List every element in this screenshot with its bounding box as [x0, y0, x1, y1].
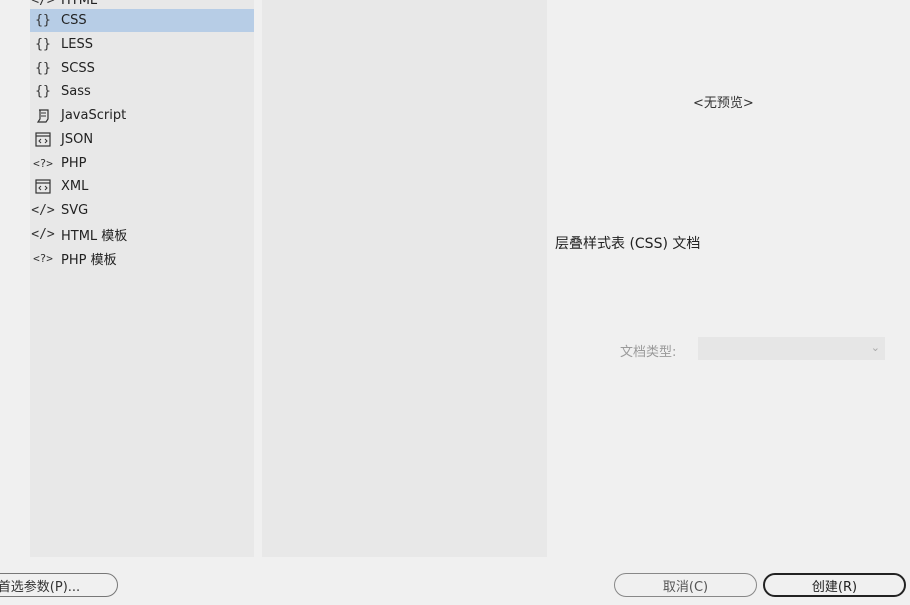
preview-placeholder: <无预览> — [693, 96, 754, 111]
list-item-javascript[interactable]: JavaScript — [30, 104, 254, 127]
new-document-dialog: </> HTML {} CSS {} LESS {} SCSS {} Sass … — [0, 0, 910, 605]
doctype-select: ⌄ — [698, 337, 885, 360]
list-item-css[interactable]: {} CSS — [30, 9, 254, 32]
preferences-button[interactable]: 首选参数(P)... — [0, 573, 118, 597]
document-type-list[interactable]: </> HTML {} CSS {} LESS {} SCSS {} Sass … — [30, 0, 254, 557]
list-item-label: JSON — [61, 132, 94, 147]
framework-list[interactable] — [262, 0, 547, 557]
list-item-label: PHP 模板 — [61, 253, 117, 268]
braces-icon: {} — [35, 84, 51, 99]
list-item-label: HTML — [61, 0, 98, 8]
chevron-down-icon: ⌄ — [870, 341, 880, 354]
list-item-php[interactable]: <?> PHP — [30, 152, 254, 175]
braces-icon: {} — [35, 37, 51, 52]
script-icon — [30, 108, 56, 124]
list-item-html-template[interactable]: </> HTML 模板 — [30, 223, 254, 246]
braces-icon: {} — [35, 13, 51, 28]
list-item-svg[interactable]: </> SVG — [30, 199, 254, 222]
list-item-label: PHP — [61, 156, 87, 171]
document-description: 层叠样式表 (CSS) 文档 — [555, 236, 701, 252]
list-item-php-template[interactable]: <?> PHP 模板 — [30, 247, 254, 270]
list-item-less[interactable]: {} LESS — [30, 33, 254, 56]
php-icon: <?> — [33, 157, 53, 170]
braces-icon: {} — [35, 61, 51, 76]
list-item-label: JavaScript — [61, 108, 127, 123]
list-item-xml[interactable]: XML — [30, 175, 254, 198]
list-item-label: CSS — [61, 13, 87, 28]
list-item-label: Sass — [61, 84, 91, 99]
list-item-label: SCSS — [61, 61, 95, 76]
list-item-sass[interactable]: {} Sass — [30, 80, 254, 103]
list-item-label: LESS — [61, 37, 93, 52]
list-item-label: HTML 模板 — [61, 229, 128, 244]
code-tag-icon: </> — [31, 227, 55, 242]
php-icon: <?> — [33, 252, 53, 265]
doctype-label: 文档类型: — [620, 345, 677, 360]
code-window-icon — [30, 179, 56, 194]
create-button[interactable]: 创建(R) — [763, 573, 906, 597]
list-item-json[interactable]: JSON — [30, 128, 254, 151]
code-tag-icon: </> — [31, 203, 55, 218]
list-item-label: XML — [61, 179, 89, 194]
list-item-label: SVG — [61, 203, 89, 218]
html-icon: </> — [31, 0, 55, 8]
code-window-icon — [30, 132, 56, 147]
cancel-button[interactable]: 取消(C) — [614, 573, 757, 597]
list-item-scss[interactable]: {} SCSS — [30, 57, 254, 80]
